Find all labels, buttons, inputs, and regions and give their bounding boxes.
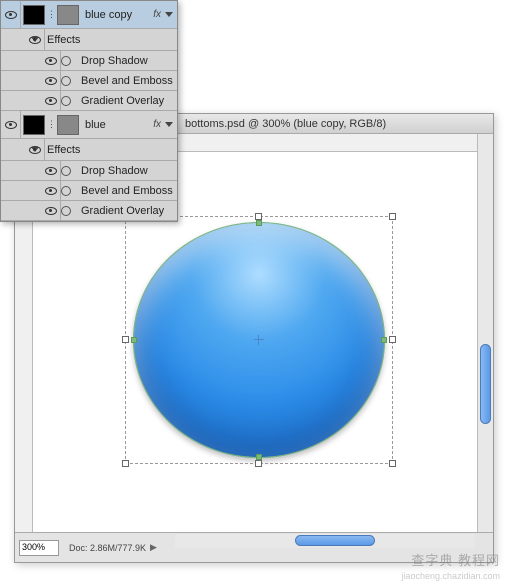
transform-center-icon[interactable] [254,335,264,345]
effects-header[interactable]: Effects [1,139,177,161]
visibility-toggle[interactable] [1,1,21,28]
layer-thumbnail[interactable] [23,5,45,25]
effects-label: Effects [43,144,177,156]
scrollbar-horizontal[interactable] [175,534,475,548]
eye-icon [5,11,17,19]
effects-header[interactable]: Effects [1,29,177,51]
transform-bounding-box[interactable] [125,216,393,464]
eye-icon [5,121,17,129]
effect-name: Bevel and Emboss [77,185,177,197]
layer-row[interactable]: ⋮ blue fx [1,111,177,139]
effect-row[interactable]: Gradient Overlay [1,201,177,221]
visibility-toggle[interactable] [41,201,61,220]
visibility-toggle[interactable] [41,161,61,180]
effect-icon [61,56,71,66]
layer-row[interactable]: ⋮ blue copy fx [1,1,177,29]
effect-icon [61,166,71,176]
effect-row[interactable]: Drop Shadow [1,161,177,181]
visibility-toggle[interactable] [25,29,45,50]
effect-name: Gradient Overlay [77,205,177,217]
layer-name[interactable]: blue copy [81,9,149,21]
fx-badge[interactable]: fx [149,119,165,130]
transform-handle[interactable] [389,213,396,220]
layer-name[interactable]: blue [81,119,149,131]
effect-row[interactable]: Bevel and Emboss [1,71,177,91]
mask-thumbnail[interactable] [57,5,79,25]
effect-icon [61,96,71,106]
watermark-url: jiaocheng.chazidian.com [401,571,500,581]
scrollbar-vertical[interactable] [477,134,493,532]
info-menu-arrow-icon[interactable]: ▶ [150,542,157,553]
mask-thumbnail[interactable] [57,115,79,135]
document-size-info: Doc: 2.86M/777.9K [63,543,146,553]
fx-badge[interactable]: fx [149,9,165,20]
visibility-toggle[interactable] [41,51,61,70]
eye-icon [45,207,57,215]
visibility-toggle[interactable] [41,91,61,110]
eye-icon [29,36,41,44]
eye-icon [45,77,57,85]
eye-icon [45,167,57,175]
transform-handle[interactable] [255,460,262,467]
effects-label: Effects [43,34,177,46]
effect-icon [61,206,71,216]
eye-icon [45,57,57,65]
scrollbar-thumb[interactable] [480,344,491,424]
eye-icon [45,187,57,195]
transform-handle[interactable] [255,213,262,220]
transform-handle[interactable] [389,336,396,343]
effect-row[interactable]: Gradient Overlay [1,91,177,111]
collapse-arrow-icon[interactable] [165,122,173,127]
effect-icon [61,186,71,196]
eye-icon [45,97,57,105]
effect-name: Bevel and Emboss [77,75,177,87]
visibility-toggle[interactable] [41,71,61,90]
scrollbar-thumb[interactable] [295,535,375,546]
effect-row[interactable]: Drop Shadow [1,51,177,71]
transform-handle[interactable] [122,460,129,467]
transform-handle[interactable] [389,460,396,467]
visibility-toggle[interactable] [25,139,45,160]
effect-row[interactable]: Bevel and Emboss [1,181,177,201]
effect-name: Drop Shadow [77,55,177,67]
effect-name: Gradient Overlay [77,95,177,107]
effect-name: Drop Shadow [77,165,177,177]
visibility-toggle[interactable] [1,111,21,138]
layers-panel[interactable]: ⋮ blue copy fx Effects Drop Shadow Bevel… [0,0,178,222]
eye-icon [29,146,41,154]
visibility-toggle[interactable] [41,181,61,200]
link-icon[interactable]: ⋮ [47,119,55,130]
effect-icon [61,76,71,86]
layer-thumbnail[interactable] [23,115,45,135]
collapse-arrow-icon[interactable] [165,12,173,17]
link-icon[interactable]: ⋮ [47,9,55,20]
watermark: 查字典 教程网 [411,550,500,569]
zoom-field[interactable]: 300% [19,540,59,556]
document-title: bottoms.psd @ 300% (blue copy, RGB/8) [185,118,386,130]
transform-handle[interactable] [122,336,129,343]
